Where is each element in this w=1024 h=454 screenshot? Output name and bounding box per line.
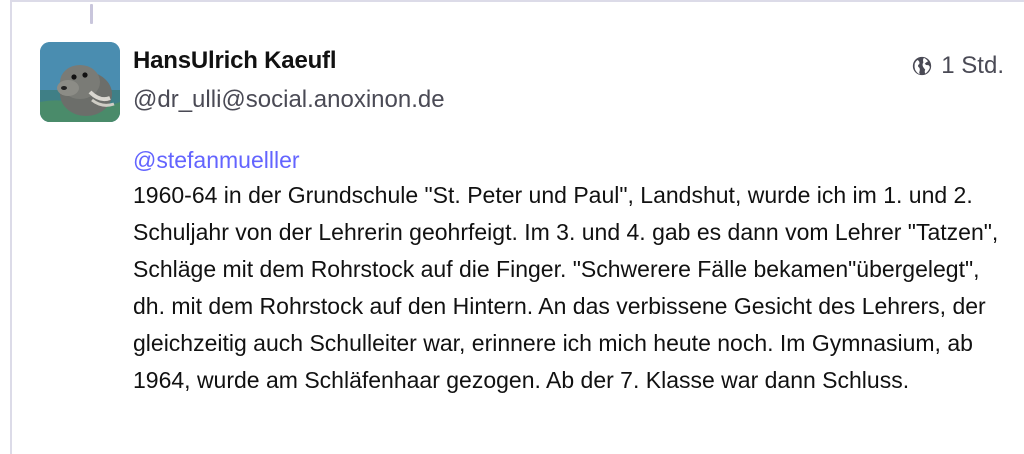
author-display-name[interactable]: HansUlrich Kaeufl <box>133 47 337 75</box>
seal-avatar-icon <box>40 42 120 122</box>
status-content: @stefanmuelller 1960-64 in der Grundschu… <box>133 145 1003 399</box>
status-text: 1960-64 in der Grundschule "St. Peter un… <box>133 182 999 393</box>
author-handle[interactable]: @dr_ulli@social.anoxinon.de <box>133 86 445 114</box>
status-timestamp[interactable]: 1 Std. <box>911 52 1004 80</box>
globe-icon <box>911 55 933 77</box>
timestamp-label: 1 Std. <box>941 52 1004 79</box>
mention-link[interactable]: @stefanmuelller <box>133 145 1003 175</box>
avatar[interactable] <box>40 42 120 122</box>
thread-connector-line <box>90 4 93 24</box>
